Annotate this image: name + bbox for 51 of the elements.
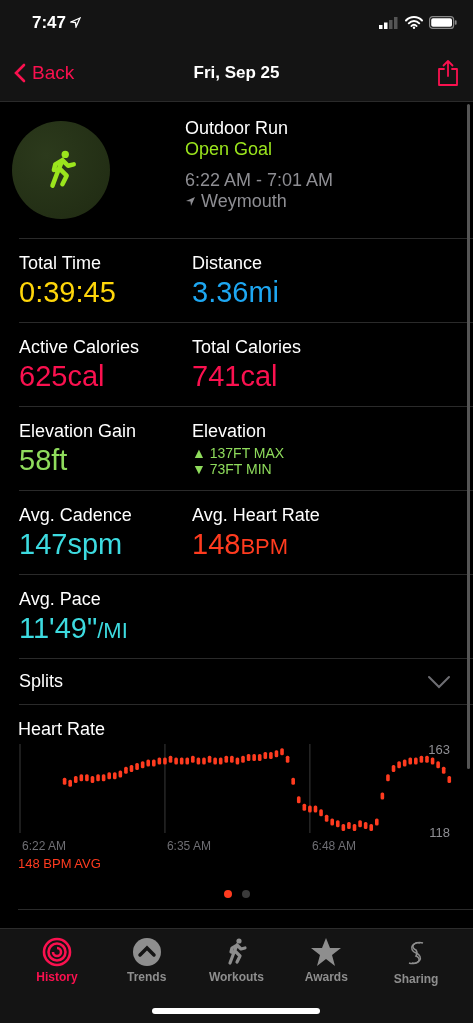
- workout-name: Outdoor Run: [185, 118, 290, 139]
- back-button[interactable]: Back: [14, 62, 75, 84]
- star-icon: [310, 937, 343, 967]
- trends-icon: [131, 937, 162, 967]
- location-arrow-icon: [185, 196, 196, 207]
- wifi-icon: [405, 16, 423, 29]
- signal-icon: [379, 16, 399, 29]
- bpm-axis-label: 163: [428, 742, 450, 757]
- chevron-left-icon: [14, 63, 26, 83]
- metric-label: Avg. Pace: [19, 589, 101, 610]
- page-dot[interactable]: [223, 890, 232, 898]
- elevation-reading: ▲ 137FT MAX: [192, 445, 285, 461]
- tab-bar-item[interactable]: Sharing: [371, 929, 461, 1023]
- time-axis-label: 6:22 AM: [22, 839, 67, 853]
- splits-label: Splits: [19, 671, 63, 692]
- workout-time-range: 6:22 AM - 7:01 AM: [185, 170, 334, 191]
- metric-value: 147spm: [19, 528, 123, 561]
- time-axis-label: 6:35 AM: [166, 839, 211, 853]
- metric-label: Elevation Gain: [19, 421, 137, 442]
- metric-label: Active Calories: [19, 337, 140, 358]
- metric-label: Avg. Cadence: [19, 505, 132, 526]
- nav-title: Fri, Sep 25: [193, 63, 280, 82]
- metric-label: Avg. Heart Rate: [192, 505, 320, 526]
- metric-label: Distance: [192, 253, 263, 274]
- workout-goal: Open Goal: [185, 139, 274, 160]
- share-button[interactable]: [437, 59, 459, 87]
- bpm-axis-label: 118: [429, 825, 450, 840]
- metric-value: 148BPM: [192, 528, 289, 561]
- metric-value: 0:39:45: [19, 276, 116, 309]
- metric-value: 741cal: [192, 360, 278, 393]
- metric-value: 11'49"/MI: [19, 612, 128, 645]
- battery-icon: [429, 16, 457, 29]
- tab-bar-item[interactable]: Workouts: [191, 929, 282, 1023]
- section-title: Heart Rate: [18, 719, 106, 739]
- metric-value: 3.36mi: [192, 276, 280, 309]
- location-arrow-icon: [70, 17, 82, 28]
- metric-label: Total Calories: [192, 337, 302, 358]
- metric-value: 625cal: [19, 360, 105, 393]
- tab-bar-item[interactable]: Awards: [281, 929, 372, 1023]
- metric-value: 58ft: [19, 444, 68, 477]
- share-icon: [437, 59, 459, 87]
- workout-location: Weymouth: [201, 191, 287, 212]
- metric-label: Elevation: [192, 421, 267, 442]
- metric-label: Total Time: [19, 253, 102, 274]
- average-heart-rate: 148 BPM AVG: [18, 856, 101, 871]
- time-axis-label: 6:48 AM: [311, 839, 356, 853]
- elevation-reading: ▼ 73FT MIN: [192, 461, 273, 477]
- tab-bar-item[interactable]: History: [12, 929, 102, 1023]
- status-time: 7:47: [32, 12, 67, 33]
- page-dot[interactable]: [241, 890, 250, 898]
- activity-rings-icon: [41, 937, 72, 967]
